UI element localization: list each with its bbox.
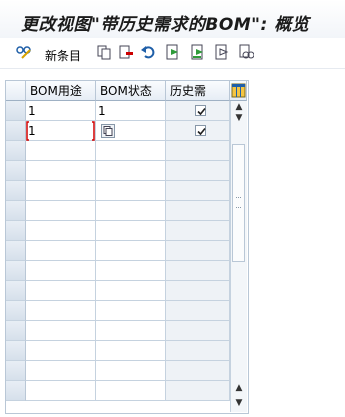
history-cell xyxy=(166,101,230,121)
empty-cell[interactable] xyxy=(96,341,166,361)
row-selector[interactable] xyxy=(6,381,26,401)
empty-cell xyxy=(166,361,230,381)
empty-cell xyxy=(166,201,230,221)
empty-cell[interactable] xyxy=(26,221,96,241)
row-selector[interactable] xyxy=(6,361,26,381)
page-title: 更改视图"带历史需求的BOM": 概览 xyxy=(21,15,310,35)
empty-cell[interactable] xyxy=(26,381,96,401)
column-header-bom-status[interactable]: BOM状态 xyxy=(96,81,166,101)
history-checkbox[interactable] xyxy=(195,105,206,116)
row-selector[interactable] xyxy=(6,241,26,261)
row-selector[interactable] xyxy=(6,221,26,241)
empty-cell xyxy=(166,261,230,281)
row-selector[interactable] xyxy=(6,281,26,301)
scroll-down-icon[interactable]: ▼ xyxy=(234,113,244,123)
checkmark-icon xyxy=(197,107,206,116)
empty-cell[interactable] xyxy=(96,221,166,241)
empty-cell[interactable] xyxy=(96,161,166,181)
scrollbar-thumb[interactable] xyxy=(232,144,245,262)
empty-cell xyxy=(166,301,230,321)
bom-status-field[interactable]: 1 xyxy=(96,101,166,121)
row-selector[interactable] xyxy=(6,181,26,201)
empty-cell[interactable] xyxy=(96,301,166,321)
empty-cell[interactable] xyxy=(26,341,96,361)
empty-cell[interactable] xyxy=(96,141,166,161)
select-all-icon[interactable] xyxy=(165,44,181,60)
grip-icon xyxy=(236,197,241,208)
empty-cell xyxy=(166,381,230,401)
empty-cell[interactable] xyxy=(26,301,96,321)
empty-cell[interactable] xyxy=(26,181,96,201)
empty-cell[interactable] xyxy=(96,241,166,261)
table-settings-icon xyxy=(231,83,246,98)
new-entries-button[interactable]: 新条目 xyxy=(45,47,81,64)
undo-icon[interactable] xyxy=(140,44,156,60)
empty-cell[interactable] xyxy=(26,241,96,261)
row-selector[interactable] xyxy=(6,101,26,121)
other-view-icon[interactable] xyxy=(238,44,254,60)
empty-cell xyxy=(166,321,230,341)
row-selector[interactable] xyxy=(6,201,26,221)
empty-cell xyxy=(166,221,230,241)
deselect-all-icon[interactable] xyxy=(214,44,230,60)
empty-cell[interactable] xyxy=(96,261,166,281)
title-bar: 更改视图"带历史需求的BOM": 概览 xyxy=(0,0,345,38)
select-block-icon[interactable] xyxy=(190,44,206,60)
table-control: BOM用途 BOM状态 历史需 1 1 1 ▲ ▼ ▲ ▼ xyxy=(5,80,249,414)
column-header-bom-usage[interactable]: BOM用途 xyxy=(26,81,96,101)
empty-cell[interactable] xyxy=(26,361,96,381)
edit-glasses-icon[interactable] xyxy=(16,44,32,60)
row-selector[interactable] xyxy=(6,161,26,181)
bom-usage-field[interactable]: 1 xyxy=(26,121,96,141)
empty-cell[interactable] xyxy=(26,261,96,281)
row-selector[interactable] xyxy=(6,301,26,321)
focus-bracket-right xyxy=(92,121,95,141)
scroll-up-icon[interactable]: ▲ xyxy=(234,102,244,112)
empty-cell[interactable] xyxy=(26,201,96,221)
empty-cell[interactable] xyxy=(26,281,96,301)
row-selector[interactable] xyxy=(6,261,26,281)
application-toolbar: 新条目 xyxy=(0,38,345,69)
checkmark-icon xyxy=(197,127,206,136)
empty-cell[interactable] xyxy=(96,321,166,341)
scroll-up-icon[interactable]: ▲ xyxy=(234,383,244,393)
empty-cell[interactable] xyxy=(96,201,166,221)
vertical-scrollbar[interactable]: ▲ ▼ ▲ ▼ xyxy=(230,101,247,412)
history-checkbox[interactable] xyxy=(195,125,206,136)
delete-icon[interactable] xyxy=(118,44,134,60)
select-all-rows-corner[interactable] xyxy=(6,81,26,101)
empty-cell[interactable] xyxy=(96,381,166,401)
copy-icon[interactable] xyxy=(96,44,112,60)
table-settings-button[interactable] xyxy=(230,81,247,101)
row-selector[interactable] xyxy=(6,321,26,341)
bom-usage-field[interactable]: 1 xyxy=(26,101,96,121)
empty-cell xyxy=(166,341,230,361)
focus-bracket-left xyxy=(26,121,29,141)
empty-cell[interactable] xyxy=(26,321,96,341)
empty-cell xyxy=(166,181,230,201)
empty-cell[interactable] xyxy=(96,361,166,381)
empty-cell[interactable] xyxy=(26,141,96,161)
empty-cell[interactable] xyxy=(96,181,166,201)
value-help-icon[interactable] xyxy=(101,124,115,138)
empty-cell xyxy=(166,281,230,301)
history-cell xyxy=(166,121,230,141)
row-selector[interactable] xyxy=(6,141,26,161)
scroll-down-icon[interactable]: ▼ xyxy=(234,398,244,408)
empty-cell[interactable] xyxy=(96,281,166,301)
empty-cell xyxy=(166,161,230,181)
row-selector[interactable] xyxy=(6,121,26,141)
column-header-history[interactable]: 历史需 xyxy=(166,81,230,101)
empty-cell xyxy=(166,141,230,161)
row-selector[interactable] xyxy=(6,341,26,361)
bom-status-field[interactable] xyxy=(96,121,166,141)
empty-cell[interactable] xyxy=(26,161,96,181)
empty-cell xyxy=(166,241,230,261)
